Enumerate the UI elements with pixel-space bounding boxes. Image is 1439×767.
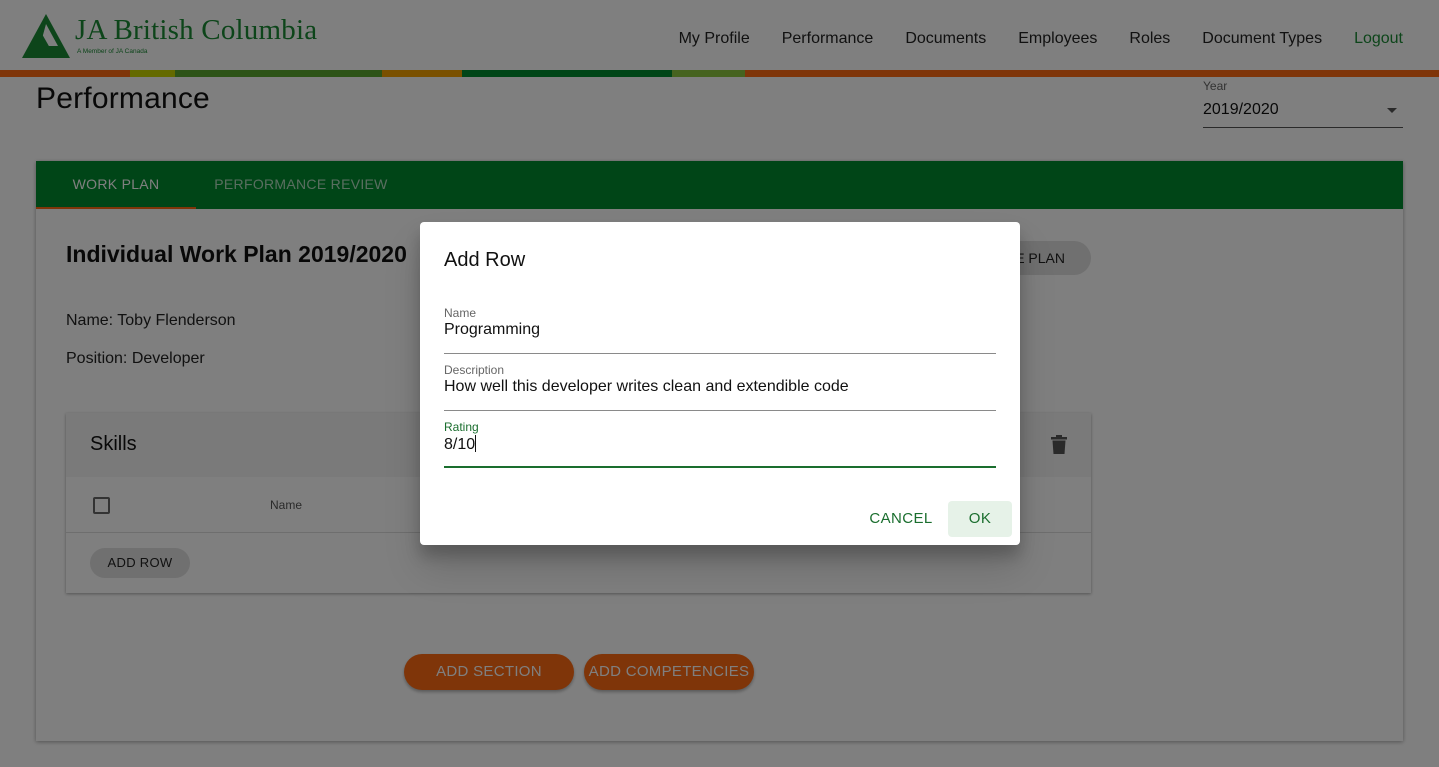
- add-row-dialog: Add Row Name Programming Description How…: [420, 222, 1020, 545]
- description-field[interactable]: Description How well this developer writ…: [444, 363, 996, 411]
- name-field-value: Programming: [444, 321, 541, 338]
- description-field-value: How well this developer writes clean and…: [444, 378, 849, 395]
- name-field[interactable]: Name Programming: [444, 306, 996, 354]
- ok-button[interactable]: OK: [948, 501, 1012, 537]
- rating-field[interactable]: Rating 8/10: [444, 420, 996, 468]
- rating-field-value: 8/10: [444, 436, 476, 453]
- dialog-title: Add Row: [444, 249, 526, 271]
- rating-field-value-wrap: 8/10: [444, 435, 477, 454]
- description-field-label: Description: [444, 363, 505, 377]
- text-cursor: [475, 435, 477, 452]
- name-field-label: Name: [444, 306, 477, 320]
- cancel-button[interactable]: CANCEL: [864, 501, 938, 537]
- rating-field-label: Rating: [444, 420, 479, 434]
